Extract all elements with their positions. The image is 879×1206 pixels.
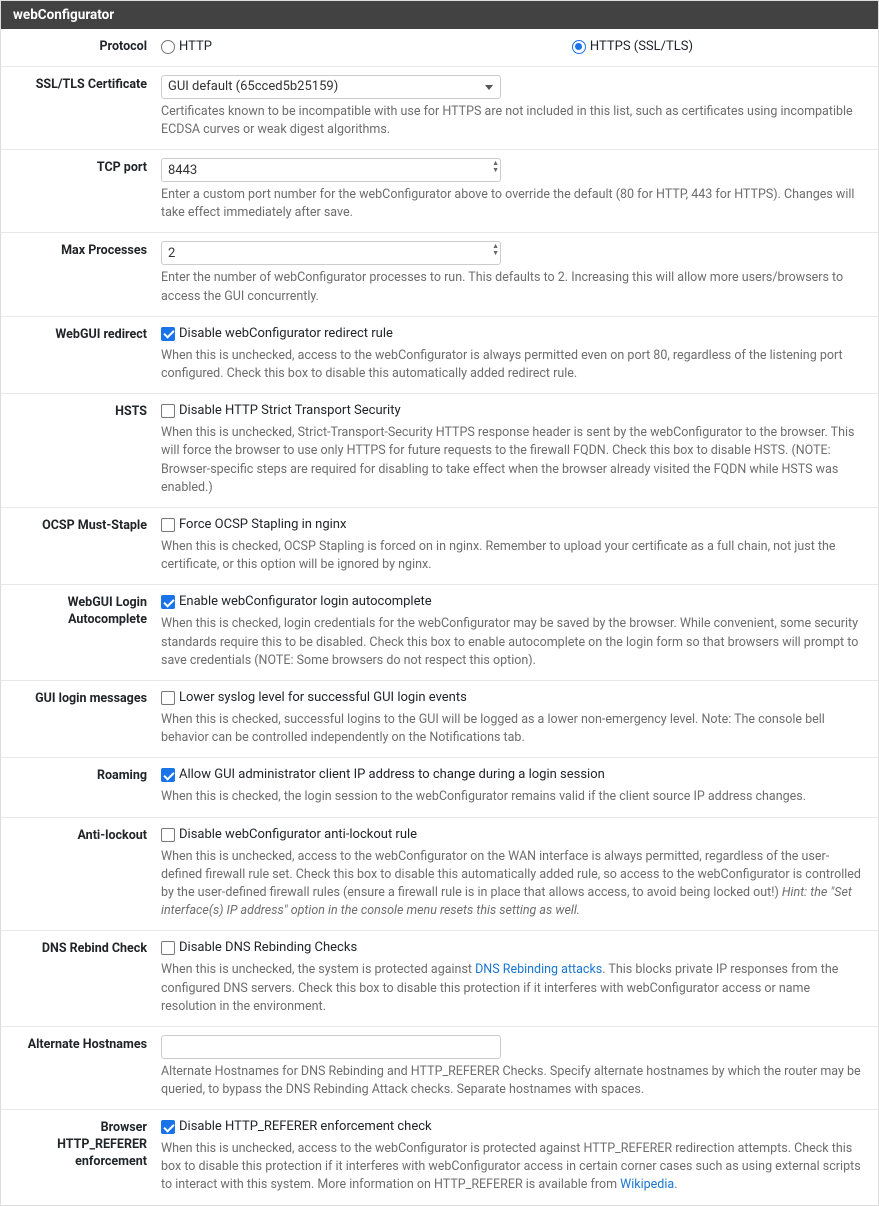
redirect-checkbox-label[interactable]: Disable webConfigurator redirect rule [161, 325, 868, 343]
antilockout-checkbox-label[interactable]: Disable webConfigurator anti-lockout rul… [161, 826, 868, 844]
login-msgs-checkbox[interactable] [161, 691, 175, 705]
row-login-msgs: GUI login messages Lower syslog level fo… [1, 681, 878, 758]
label-dns-rebind: DNS Rebind Check [11, 939, 161, 958]
dns-rebind-help: When this is unchecked, the system is pr… [161, 961, 868, 1015]
row-ssl-cert: SSL/TLS Certificate GUI default (65cced5… [1, 67, 878, 150]
roaming-checkbox-label[interactable]: Allow GUI administrator client IP addres… [161, 766, 868, 784]
hsts-checkbox[interactable] [161, 404, 175, 418]
row-protocol: Protocol HTTP HTTPS (SSL/TLS) [1, 29, 878, 67]
label-autocomplete: WebGUI Login Autocomplete [11, 593, 161, 629]
http-referer-checkbox-label[interactable]: Disable HTTP_REFERER enforcement check [161, 1118, 868, 1136]
protocol-https-label: HTTPS (SSL/TLS) [590, 39, 693, 54]
row-http-referer: Browser HTTP_REFERER enforcement Disable… [1, 1110, 878, 1205]
http-referer-checkbox[interactable] [161, 1120, 175, 1134]
label-protocol: Protocol [11, 37, 161, 56]
http-referer-help: When this is unchecked, access to the we… [161, 1140, 868, 1194]
alt-hostnames-input[interactable] [161, 1035, 501, 1059]
ssl-cert-help: Certificates known to be incompatible wi… [161, 103, 868, 139]
ocsp-help: When this is checked, OCSP Stapling is f… [161, 538, 868, 574]
dns-rebind-checkbox-label[interactable]: Disable DNS Rebinding Checks [161, 939, 868, 957]
label-tcp-port: TCP port [11, 158, 161, 177]
wikipedia-link[interactable]: Wikipedia [620, 1177, 674, 1192]
label-hsts: HSTS [11, 402, 161, 421]
protocol-https-option[interactable]: HTTPS (SSL/TLS) [572, 39, 693, 54]
antilockout-help: When this is unchecked, access to the we… [161, 848, 868, 921]
login-msgs-checkbox-label[interactable]: Lower syslog level for successful GUI lo… [161, 689, 868, 707]
row-tcp-port: TCP port ▲▼ Enter a custom port number f… [1, 150, 878, 233]
label-antilockout: Anti-lockout [11, 826, 161, 845]
row-ocsp: OCSP Must-Staple Force OCSP Stapling in … [1, 508, 878, 585]
label-http-referer: Browser HTTP_REFERER enforcement [11, 1118, 161, 1171]
ssl-cert-select[interactable]: GUI default (65cced5b25159) [161, 75, 501, 99]
hsts-help: When this is unchecked, Strict-Transport… [161, 424, 868, 497]
row-redirect: WebGUI redirect Disable webConfigurator … [1, 317, 878, 394]
autocomplete-checkbox-label[interactable]: Enable webConfigurator login autocomplet… [161, 593, 868, 611]
ocsp-checkbox-label[interactable]: Force OCSP Stapling in nginx [161, 516, 868, 534]
protocol-https-radio[interactable] [572, 40, 586, 54]
roaming-checkbox[interactable] [161, 768, 175, 782]
redirect-checkbox[interactable] [161, 327, 175, 341]
label-alt-hostnames: Alternate Hostnames [11, 1035, 161, 1054]
dns-rebinding-link[interactable]: DNS Rebinding attacks [475, 962, 602, 977]
row-roaming: Roaming Allow GUI administrator client I… [1, 758, 878, 817]
label-redirect: WebGUI redirect [11, 325, 161, 344]
protocol-http-option[interactable]: HTTP [161, 39, 212, 54]
label-ssl-cert: SSL/TLS Certificate [11, 75, 161, 94]
row-dns-rebind: DNS Rebind Check Disable DNS Rebinding C… [1, 931, 878, 1027]
panel-title: webConfigurator [1, 1, 878, 29]
antilockout-checkbox[interactable] [161, 828, 175, 842]
webconfigurator-panel: webConfigurator Protocol HTTP HTTPS (SSL… [0, 0, 879, 1206]
row-autocomplete: WebGUI Login Autocomplete Enable webConf… [1, 585, 878, 681]
redirect-help: When this is unchecked, access to the we… [161, 347, 868, 383]
label-max-proc: Max Processes [11, 241, 161, 260]
protocol-http-label: HTTP [179, 39, 212, 54]
row-hsts: HSTS Disable HTTP Strict Transport Secur… [1, 394, 878, 508]
login-msgs-help: When this is checked, successful logins … [161, 711, 868, 747]
max-proc-input[interactable] [161, 241, 501, 265]
alt-hostnames-help: Alternate Hostnames for DNS Rebinding an… [161, 1063, 868, 1099]
ocsp-checkbox[interactable] [161, 518, 175, 532]
row-max-proc: Max Processes ▲▼ Enter the number of web… [1, 233, 878, 316]
protocol-http-radio[interactable] [161, 40, 175, 54]
row-antilockout: Anti-lockout Disable webConfigurator ant… [1, 818, 878, 932]
label-roaming: Roaming [11, 766, 161, 785]
label-login-msgs: GUI login messages [11, 689, 161, 708]
tcp-port-help: Enter a custom port number for the webCo… [161, 186, 868, 222]
row-alt-hostnames: Alternate Hostnames Alternate Hostnames … [1, 1027, 878, 1110]
autocomplete-help: When this is checked, login credentials … [161, 615, 868, 669]
hsts-checkbox-label[interactable]: Disable HTTP Strict Transport Security [161, 402, 868, 420]
max-proc-help: Enter the number of webConfigurator proc… [161, 269, 868, 305]
autocomplete-checkbox[interactable] [161, 595, 175, 609]
dns-rebind-checkbox[interactable] [161, 941, 175, 955]
roaming-help: When this is checked, the login session … [161, 788, 868, 806]
tcp-port-input[interactable] [161, 158, 501, 182]
label-ocsp: OCSP Must-Staple [11, 516, 161, 535]
